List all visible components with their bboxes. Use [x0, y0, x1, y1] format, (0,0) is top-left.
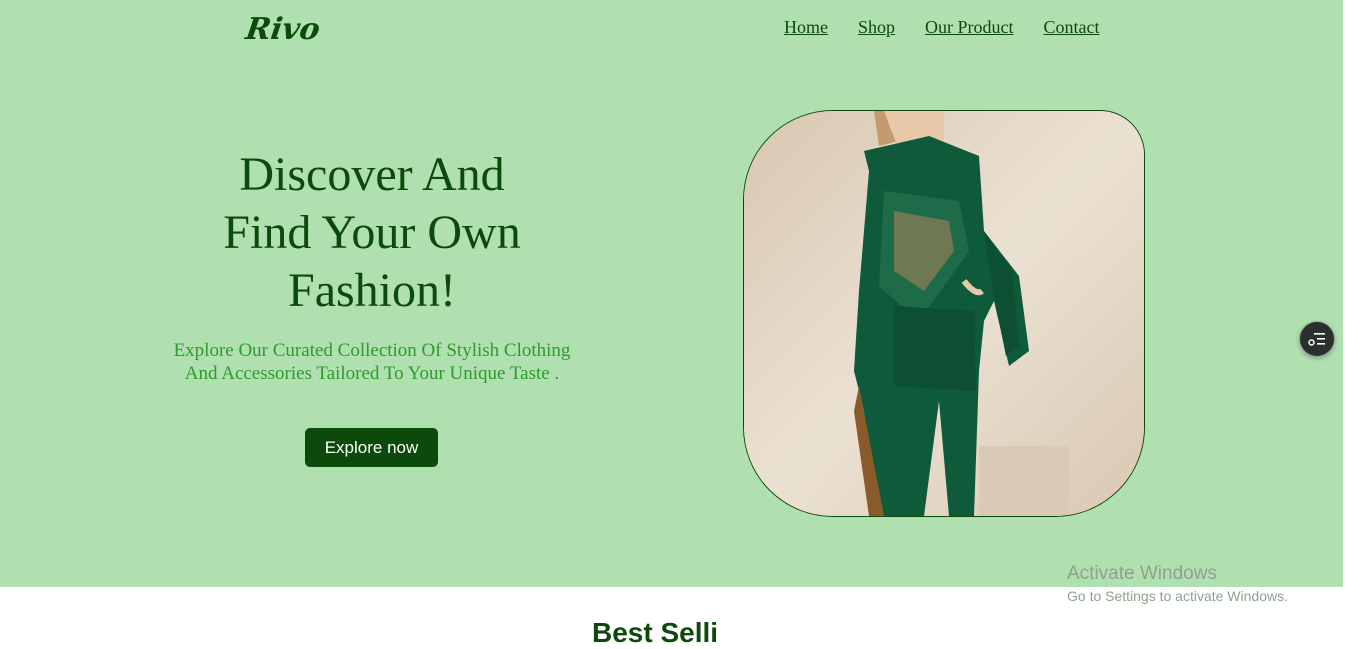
hero-model-image	[743, 110, 1145, 517]
best-selling-title: Best Selli	[592, 617, 719, 648]
nav-home-link[interactable]: Home	[784, 17, 828, 38]
nav-shop-link[interactable]: Shop	[858, 17, 895, 38]
headline-line-2: Find Your Own	[223, 206, 521, 259]
fashion-model-illustration	[744, 111, 1144, 516]
hero-subtext: Explore Our Curated Collection Of Stylis…	[173, 340, 571, 384]
menu-list-icon	[1308, 333, 1325, 346]
activate-windows-title: Activate Windows	[1067, 563, 1217, 584]
hero-headline: Discover And Find Your Own Fashion!	[172, 146, 572, 320]
explore-now-button[interactable]: Explore now	[305, 428, 438, 467]
activate-windows-subtitle: Go to Settings to activate Windows.	[1067, 588, 1288, 604]
nav-contact-link[interactable]: Contact	[1044, 17, 1100, 38]
hero-section: Rivo Home Shop Our Product Contact Disco…	[0, 0, 1343, 587]
main-nav: Home Shop Our Product Contact	[784, 17, 1130, 38]
brand-logo[interactable]: Rivo	[244, 12, 323, 47]
nav-our-product-link[interactable]: Our Product	[925, 17, 1014, 38]
headline-line-3: Fashion!	[288, 264, 456, 317]
floating-menu-button[interactable]	[1299, 321, 1335, 357]
headline-line-1: Discover And	[239, 148, 505, 201]
